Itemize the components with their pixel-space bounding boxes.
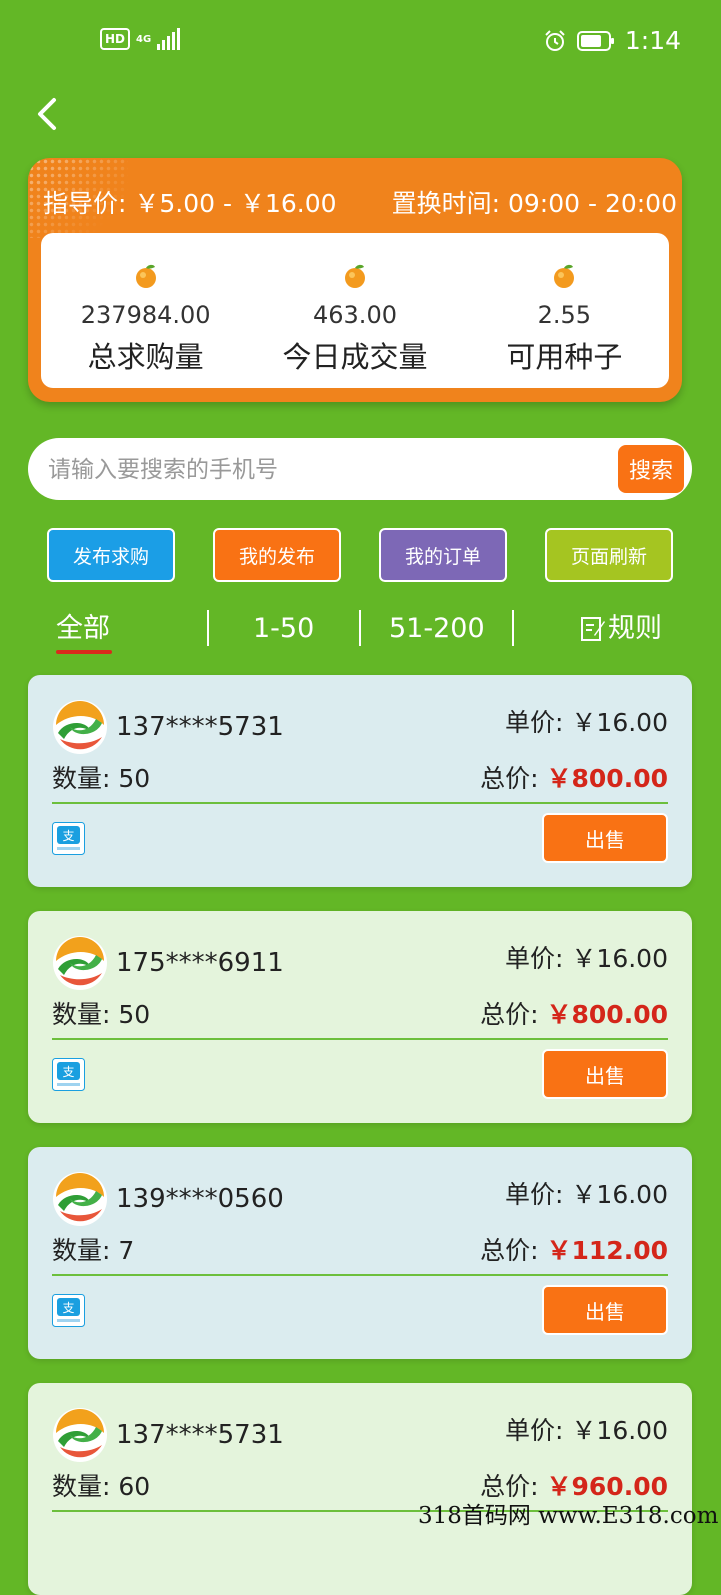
stat-label: 今日成交量 <box>282 340 428 374</box>
quantity-label: 数量: <box>52 1000 119 1029</box>
sell-button[interactable]: 出售 <box>542 1285 668 1335</box>
order-card: 139****0560 单价: ￥16.00 数量: 7 总价: ￥112.00… <box>28 1147 692 1359</box>
unit-price-label: 单价: <box>505 708 572 737</box>
quantity-value: 50 <box>118 1000 151 1029</box>
quantity-label: 数量: <box>52 1472 119 1501</box>
order-card: 137****5731 单价: ￥16.00 数量: 60 总价: ￥960.0… <box>28 1383 692 1595</box>
stats-box: 237984.00 总求购量 463.00 今日成交量 2.55 可用种子 <box>41 233 669 388</box>
guide-price: 指导价: ￥5.00 - ￥16.00 <box>43 189 337 218</box>
unit-price-value: ￥16.00 <box>571 944 668 973</box>
tab-range-1-50[interactable]: 1-50 <box>253 610 314 648</box>
quantity-value: 50 <box>118 764 151 793</box>
sell-button[interactable]: 出售 <box>542 1049 668 1099</box>
quantity-value: 60 <box>118 1472 151 1501</box>
stat-value: 2.55 <box>537 301 592 329</box>
unit-price: 单价: ￥16.00 <box>505 707 668 739</box>
total-value: ￥800.00 <box>546 1000 668 1029</box>
battery-icon <box>576 30 614 51</box>
stat-today-volume: 463.00 今日成交量 <box>250 233 459 388</box>
tab-rules[interactable]: 规则 <box>580 610 662 648</box>
back-arrow-icon <box>38 98 56 130</box>
stat-available-seeds: 2.55 可用种子 <box>460 233 669 388</box>
unit-price-value: ￥16.00 <box>571 1180 668 1209</box>
quantity: 数量: 50 <box>52 999 150 1031</box>
tab-divider <box>359 610 361 646</box>
network-type: 4G <box>136 33 152 45</box>
total-price: 总价: ￥800.00 <box>480 999 668 1031</box>
unit-price: 单价: ￥16.00 <box>505 943 668 975</box>
stat-label: 可用种子 <box>506 340 623 374</box>
my-orders-button[interactable]: 我的订单 <box>379 528 507 582</box>
tab-divider <box>207 610 209 646</box>
search-bar: 搜索 <box>28 438 692 500</box>
active-tab-indicator <box>56 650 112 654</box>
sell-button[interactable]: 出售 <box>542 813 668 863</box>
order-card: 175****6911 单价: ￥16.00 数量: 50 总价: ￥800.0… <box>28 911 692 1123</box>
edit-note-icon <box>581 617 605 641</box>
signal-icon <box>157 28 181 50</box>
total-label: 总价: <box>480 1000 547 1029</box>
status-time: 1:14 <box>624 26 681 55</box>
refresh-page-button[interactable]: 页面刷新 <box>545 528 673 582</box>
stat-value: 237984.00 <box>80 301 211 329</box>
unit-price-label: 单价: <box>505 944 572 973</box>
alipay-icon <box>52 1058 85 1091</box>
quantity-label: 数量: <box>52 1236 119 1265</box>
card-divider <box>52 1038 668 1040</box>
orange-fruit-icon <box>133 263 159 289</box>
search-button[interactable]: 搜索 <box>618 445 684 493</box>
unit-price-value: ￥16.00 <box>571 1416 668 1445</box>
stat-value: 463.00 <box>313 301 397 329</box>
search-input[interactable] <box>46 447 610 493</box>
tab-all[interactable]: 全部 <box>56 610 110 648</box>
publish-request-button[interactable]: 发布求购 <box>47 528 175 582</box>
card-divider <box>52 1274 668 1276</box>
quantity: 数量: 60 <box>52 1471 150 1503</box>
buyer-phone: 137****5731 <box>116 712 284 742</box>
tab-range-51-200[interactable]: 51-200 <box>389 610 485 648</box>
quantity: 数量: 50 <box>52 763 150 795</box>
quantity-value: 7 <box>118 1236 135 1265</box>
unit-price-label: 单价: <box>505 1180 572 1209</box>
status-bar: HD 4G 1:14 <box>0 0 721 84</box>
tab-divider <box>512 610 514 646</box>
buyer-phone: 175****6911 <box>116 948 284 978</box>
order-card: 137****5731 单价: ￥16.00 数量: 50 总价: ￥800.0… <box>28 675 692 887</box>
watermark-text: 318首码网 www.E318.com <box>418 1503 719 1529</box>
unit-price: 单价: ￥16.00 <box>505 1179 668 1211</box>
unit-price: 单价: ￥16.00 <box>505 1415 668 1447</box>
total-value: ￥800.00 <box>546 764 668 793</box>
total-label: 总价: <box>480 764 547 793</box>
summary-card: 指导价: ￥5.00 - ￥16.00 置换时间: 09:00 - 20:00 … <box>28 158 682 402</box>
unit-price-value: ￥16.00 <box>571 708 668 737</box>
card-divider <box>52 802 668 804</box>
app-logo-icon <box>52 699 108 755</box>
back-button[interactable] <box>26 94 66 134</box>
buyer-phone: 137****5731 <box>116 1420 284 1450</box>
alipay-icon <box>52 822 85 855</box>
alarm-icon <box>545 29 565 51</box>
orange-fruit-icon <box>551 263 577 289</box>
my-posts-button[interactable]: 我的发布 <box>213 528 341 582</box>
quantity: 数量: 7 <box>52 1235 134 1267</box>
quantity-label: 数量: <box>52 764 119 793</box>
orange-fruit-icon <box>342 263 368 289</box>
stat-label: 总求购量 <box>87 340 204 374</box>
unit-price-label: 单价: <box>505 1416 572 1445</box>
tab-rules-label: 规则 <box>608 613 662 644</box>
total-price: 总价: ￥112.00 <box>480 1235 668 1267</box>
app-logo-icon <box>52 1407 108 1463</box>
total-value: ￥112.00 <box>546 1236 668 1265</box>
total-price: 总价: ￥800.00 <box>480 763 668 795</box>
swap-time: 置换时间: 09:00 - 20:00 <box>391 189 677 218</box>
stat-total-demand: 237984.00 总求购量 <box>41 233 250 388</box>
total-label: 总价: <box>480 1236 547 1265</box>
hd-badge: HD <box>100 28 131 50</box>
buyer-phone: 139****0560 <box>116 1184 284 1214</box>
alipay-icon <box>52 1294 85 1327</box>
app-logo-icon <box>52 1171 108 1227</box>
app-logo-icon <box>52 935 108 991</box>
